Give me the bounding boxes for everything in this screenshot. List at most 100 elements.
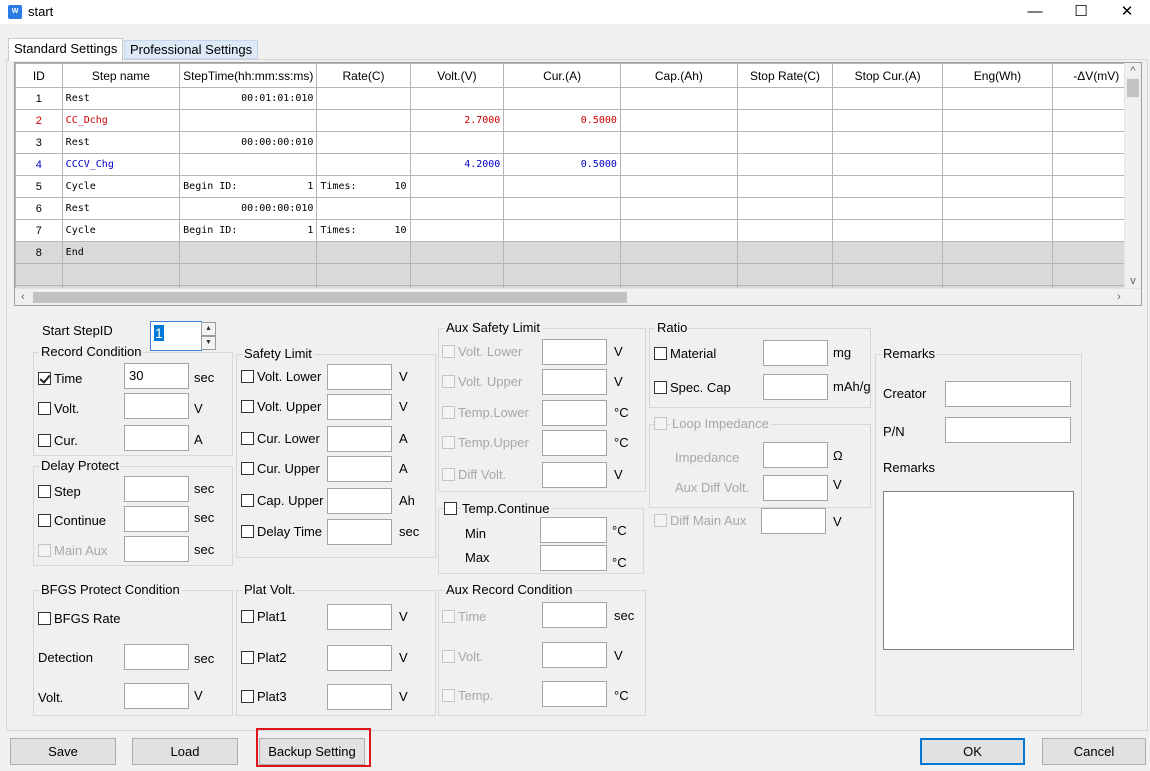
aux-safety-volt-upper-input[interactable]: [542, 369, 607, 395]
table-row[interactable]: 4 CCCV_Chg 4.2000 0.5000: [15, 153, 1141, 176]
table-row[interactable]: 7 Cycle Begin ID: 1 Times: 10: [15, 219, 1141, 242]
empty-row[interactable]: [15, 263, 1141, 286]
table-row[interactable]: 8 End: [15, 241, 1141, 264]
cell-cap[interactable]: [619, 175, 738, 198]
aux-safety-temp-lower-input[interactable]: [542, 400, 607, 426]
cell-id[interactable]: 8: [15, 241, 63, 264]
cell-eng[interactable]: [942, 175, 1053, 198]
cell-volt[interactable]: [409, 87, 505, 110]
cell-rate[interactable]: [316, 109, 411, 132]
close-button[interactable]: ✕: [1104, 0, 1150, 24]
safety-volt-upper-input[interactable]: [327, 394, 392, 420]
cell-step-name[interactable]: CCCV_Chg: [61, 153, 181, 176]
step-grid[interactable]: ID Step name StepTime(hh:mm:ss:ms) Rate(…: [14, 62, 1142, 306]
empty-cell[interactable]: [619, 263, 738, 286]
cell-step-name[interactable]: Cycle: [61, 219, 181, 242]
empty-cell[interactable]: [61, 263, 181, 286]
cell-rate[interactable]: [316, 197, 411, 220]
col-header-cur[interactable]: Cur.(A): [503, 63, 621, 88]
cell-step-time[interactable]: 00:00:00:010: [179, 131, 318, 154]
cell-step-name[interactable]: Rest: [61, 131, 181, 154]
cell-stop-cur[interactable]: [832, 241, 944, 264]
safety-cap-upper-checkbox[interactable]: [241, 494, 254, 507]
cell-stop-cur[interactable]: [832, 197, 944, 220]
safety-volt-upper-checkbox[interactable]: [241, 400, 254, 413]
diff-main-aux-checkbox[interactable]: [654, 514, 667, 527]
aux-safety-volt-upper-checkbox[interactable]: [442, 375, 455, 388]
cell-step-name[interactable]: Cycle: [61, 175, 181, 198]
aux-safety-diff-volt-input[interactable]: [542, 462, 607, 488]
col-header-step-name[interactable]: Step name: [61, 63, 181, 88]
empty-cell[interactable]: [179, 263, 318, 286]
table-row[interactable]: 6 Rest 00:00:00:010: [15, 197, 1141, 220]
col-header-rate[interactable]: Rate(C): [316, 63, 411, 88]
cell-stop-rate[interactable]: [736, 197, 834, 220]
cell-stop-rate[interactable]: [736, 153, 834, 176]
cell-stop-cur[interactable]: [832, 175, 944, 198]
cell-step-name[interactable]: End: [61, 241, 181, 264]
record-time-input[interactable]: 30: [124, 363, 189, 389]
cell-eng[interactable]: [942, 219, 1053, 242]
cell-eng[interactable]: [942, 241, 1053, 264]
cell-stop-rate[interactable]: [736, 175, 834, 198]
cell-rate[interactable]: [316, 131, 411, 154]
cell-volt[interactable]: [409, 219, 505, 242]
save-button[interactable]: Save: [10, 738, 116, 765]
cell-id[interactable]: 6: [15, 197, 63, 220]
safety-volt-lower-input[interactable]: [327, 364, 392, 390]
diff-main-aux-input[interactable]: [761, 508, 826, 534]
cell-step-name[interactable]: Rest: [61, 87, 181, 110]
safety-cur-upper-input[interactable]: [327, 456, 392, 482]
cell-cap[interactable]: [619, 87, 738, 110]
plat-plat3-checkbox[interactable]: [241, 690, 254, 703]
grid-horizontal-scrollbar[interactable]: ‹ ›: [15, 288, 1141, 305]
delay-continue-input[interactable]: [124, 506, 189, 532]
cell-stop-rate[interactable]: [736, 87, 834, 110]
aux-record-temp-checkbox[interactable]: [442, 689, 455, 702]
cell-volt[interactable]: [409, 175, 505, 198]
col-header-eng[interactable]: Eng(Wh): [942, 63, 1053, 88]
maximize-button[interactable]: ☐: [1058, 0, 1104, 24]
aux-record-volt-checkbox[interactable]: [442, 650, 455, 663]
cell-step-time[interactable]: 00:00:00:010: [179, 197, 318, 220]
cell-eng[interactable]: [942, 131, 1053, 154]
record-cur-input[interactable]: [124, 425, 189, 451]
table-row[interactable]: 2 CC_Dchg 2.7000 0.5000: [15, 109, 1141, 132]
plat-plat1-checkbox[interactable]: [241, 610, 254, 623]
temp-min-input[interactable]: [540, 517, 607, 543]
cell-stop-cur[interactable]: [832, 153, 944, 176]
plat-plat2-checkbox[interactable]: [241, 651, 254, 664]
aux-diff-volt-input[interactable]: [763, 475, 828, 501]
bfgs-detection-input[interactable]: [124, 644, 189, 670]
safety-cap-upper-input[interactable]: [327, 488, 392, 514]
cell-eng[interactable]: [942, 197, 1053, 220]
spec-cap-checkbox[interactable]: [654, 381, 667, 394]
cell-cap[interactable]: [619, 241, 738, 264]
cell-cur[interactable]: [503, 131, 621, 154]
cell-volt[interactable]: [409, 197, 505, 220]
cell-step-time[interactable]: 00:01:01:010: [179, 87, 318, 110]
delay-step-checkbox[interactable]: [38, 485, 51, 498]
table-row[interactable]: 5 Cycle Begin ID: 1 Times: 10: [15, 175, 1141, 198]
cell-id[interactable]: 2: [15, 109, 63, 132]
cell-stop-rate[interactable]: [736, 241, 834, 264]
cell-cap[interactable]: [619, 109, 738, 132]
aux-safety-volt-lower-checkbox[interactable]: [442, 345, 455, 358]
cell-cur[interactable]: 0.5000: [503, 153, 621, 176]
cancel-button[interactable]: Cancel: [1042, 738, 1146, 765]
col-header-stop-cur[interactable]: Stop Cur.(A): [832, 63, 944, 88]
cell-step-time[interactable]: [179, 109, 318, 132]
cell-cur[interactable]: [503, 175, 621, 198]
empty-cell[interactable]: [942, 263, 1053, 286]
cell-cap[interactable]: [619, 153, 738, 176]
empty-cell[interactable]: [15, 263, 63, 286]
temp-continue-checkbox[interactable]: [444, 502, 457, 515]
cell-cap[interactable]: [619, 197, 738, 220]
cell-step-time[interactable]: Begin ID: 1: [179, 175, 318, 198]
tab-standard-settings[interactable]: Standard Settings: [8, 38, 124, 61]
delay-main-aux-checkbox[interactable]: [38, 544, 51, 557]
safety-cur-lower-checkbox[interactable]: [241, 432, 254, 445]
record-time-checkbox[interactable]: [38, 372, 51, 385]
ok-button[interactable]: OK: [920, 738, 1025, 765]
cell-stop-rate[interactable]: [736, 131, 834, 154]
